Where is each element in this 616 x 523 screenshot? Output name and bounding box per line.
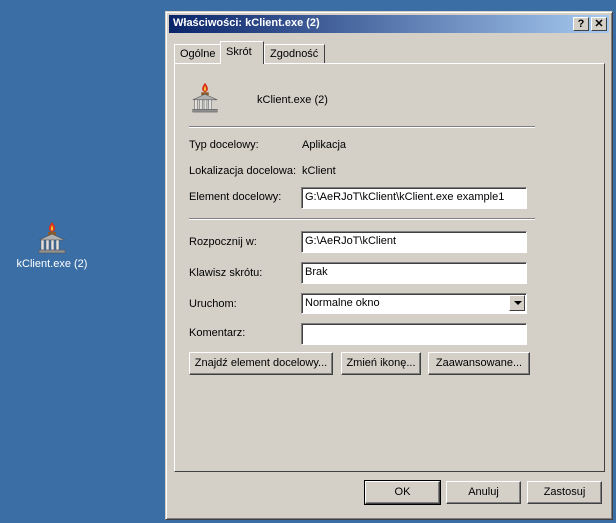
advanced-button[interactable]: Zaawansowane... bbox=[428, 352, 530, 375]
comment-label: Komentarz: bbox=[189, 327, 246, 339]
help-button[interactable]: ? bbox=[573, 17, 589, 31]
shortcut-panel: kClient.exe (2) Typ docelowy: Aplikacja … bbox=[174, 63, 605, 472]
start-in-label: Rozpocznij w: bbox=[189, 236, 257, 248]
properties-dialog: Właściwości: kClient.exe (2) ? ✕ Ogólne … bbox=[165, 11, 613, 520]
cancel-button[interactable]: Anuluj bbox=[446, 481, 521, 504]
kclient-app-icon bbox=[35, 220, 69, 254]
ok-button[interactable]: OK bbox=[364, 480, 441, 505]
target-label: Element docelowy: bbox=[189, 191, 282, 203]
chevron-down-icon[interactable] bbox=[509, 295, 525, 311]
start-in-input[interactable]: G:\AeRJoT\kClient bbox=[301, 231, 527, 253]
separator bbox=[189, 218, 535, 220]
tab-shortcut[interactable]: Skrót bbox=[220, 41, 264, 64]
hotkey-input[interactable]: Brak bbox=[301, 262, 527, 284]
window-title: Właściwości: kClient.exe (2) bbox=[173, 17, 320, 29]
shortcut-name: kClient.exe (2) bbox=[257, 94, 328, 106]
hotkey-label: Klawisz skrótu: bbox=[189, 267, 263, 279]
comment-input[interactable] bbox=[301, 323, 527, 345]
target-type-label: Typ docelowy: bbox=[189, 139, 259, 151]
desktop-shortcut-kclient[interactable]: kClient.exe (2) bbox=[14, 220, 90, 270]
run-select[interactable]: Normalne okno bbox=[301, 293, 527, 314]
close-button[interactable]: ✕ bbox=[591, 17, 607, 31]
separator bbox=[189, 126, 535, 128]
change-icon-button[interactable]: Zmień ikonę... bbox=[341, 352, 421, 375]
target-location-label: Lokalizacja docelowa: bbox=[189, 165, 297, 177]
target-location-value: kClient bbox=[302, 165, 336, 177]
run-select-value: Normalne okno bbox=[305, 297, 380, 309]
target-input[interactable]: G:\AeRJoT\kClient\kClient.exe example1 bbox=[301, 187, 527, 209]
apply-button[interactable]: Zastosuj bbox=[527, 481, 602, 504]
kclient-app-icon bbox=[189, 80, 221, 114]
run-label: Uruchom: bbox=[189, 298, 237, 310]
tab-compatibility[interactable]: Zgodność bbox=[264, 44, 325, 63]
title-bar[interactable]: Właściwości: kClient.exe (2) ? ✕ bbox=[169, 15, 609, 33]
tab-general[interactable]: Ogólne bbox=[174, 44, 221, 63]
desktop-shortcut-label: kClient.exe (2) bbox=[16, 258, 88, 270]
find-target-button[interactable]: Znajdź element docelowy... bbox=[189, 352, 333, 375]
target-type-value: Aplikacja bbox=[302, 139, 347, 151]
